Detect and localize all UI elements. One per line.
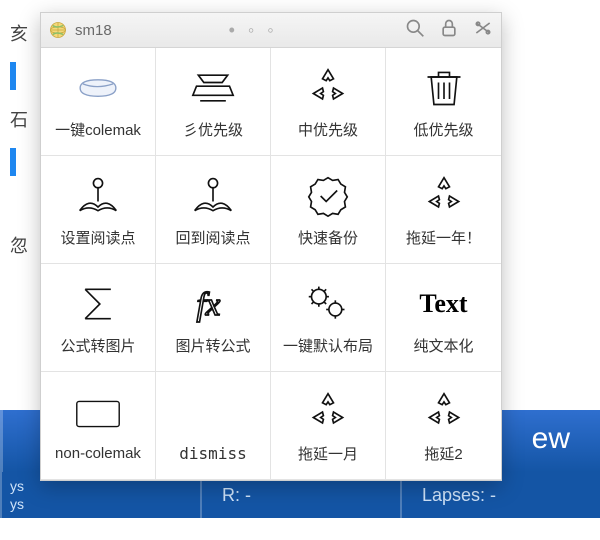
action-priority-mid[interactable]: 中优先级 [271,48,386,156]
action-dismiss[interactable]: dismiss [156,372,271,480]
popup-title: sm18 [75,22,112,39]
popup-header: sm18 • ◦ ◦ [41,13,501,48]
action-set-readpoint[interactable]: 设置阅读点 [41,156,156,264]
action-formula-to-image[interactable]: 公式转图片 [41,264,156,372]
globe-icon [49,21,67,39]
recycle-icon [306,387,350,437]
keyboard-icon [76,389,120,439]
action-label: 低优先级 [413,119,473,140]
action-quick-backup[interactable]: 快速备份 [271,156,386,264]
search-icon[interactable] [405,18,425,38]
popup-panel: sm18 • ◦ ◦ 一键colemak 彡优先级 [40,12,502,481]
action-label: 拖延一月 [298,443,358,464]
action-plain-text[interactable]: Text 纯文本化 [386,264,501,372]
action-default-layout[interactable]: 一键默认布局 [271,264,386,372]
badge-icon [306,171,350,221]
action-non-colemak[interactable]: non-colemak [41,372,156,480]
action-priority-top[interactable]: 彡优先级 [156,48,271,156]
pillow-icon [76,63,120,113]
recycle-icon [306,63,350,113]
reader-set-icon [76,171,120,221]
action-label: 纯文本化 [413,335,473,356]
bg-blue-bar [10,148,16,176]
sigma-icon [76,279,120,329]
header-tools [395,18,493,42]
action-label: non-colemak [55,445,141,462]
scanner-icon [191,63,235,113]
action-label: 拖延2 [424,443,462,464]
recycle-icon [422,171,466,221]
settings-icon[interactable] [473,18,493,38]
reader-goto-icon [191,171,235,221]
fx-icon: fx [191,279,235,329]
gears-icon [306,279,350,329]
bg-letter: 忽 [10,236,28,256]
action-label: 公式转图片 [60,335,135,356]
action-goto-readpoint[interactable]: 回到阅读点 [156,156,271,264]
action-postpone-year[interactable]: 拖延一年！ [386,156,501,264]
pagination-dots[interactable]: • ◦ ◦ [112,20,395,41]
bg-letter: 石 [10,110,28,130]
action-postpone-month[interactable]: 拖延一月 [271,372,386,480]
action-priority-low[interactable]: 低优先级 [386,48,501,156]
lock-icon[interactable] [439,18,459,38]
banner-fragment: ew [532,422,570,456]
action-label: 中优先级 [298,119,358,140]
bg-letter: 亥 [10,24,28,44]
text-icon: Text [419,279,467,329]
action-label: dismiss [179,444,246,463]
svg-text:fx: fx [197,287,221,323]
action-colemak[interactable]: 一键colemak [41,48,156,156]
bg-blue-bar [10,62,16,90]
action-label: 拖延一年！ [406,227,481,248]
recycle-icon [422,387,466,437]
action-label: 快速备份 [298,227,358,248]
action-grid: 一键colemak 彡优先级 中优先级 低优先级 [41,48,501,480]
action-label: 一键默认布局 [283,335,373,356]
trash-icon [422,63,466,113]
action-postpone-2[interactable]: 拖延2 [386,372,501,480]
action-label: 回到阅读点 [175,227,250,248]
action-label: 图片转公式 [175,335,250,356]
action-label: 设置阅读点 [60,227,135,248]
action-image-to-formula[interactable]: fx 图片转公式 [156,264,271,372]
action-label: 一键colemak [55,119,141,140]
action-label: 彡优先级 [183,119,243,140]
